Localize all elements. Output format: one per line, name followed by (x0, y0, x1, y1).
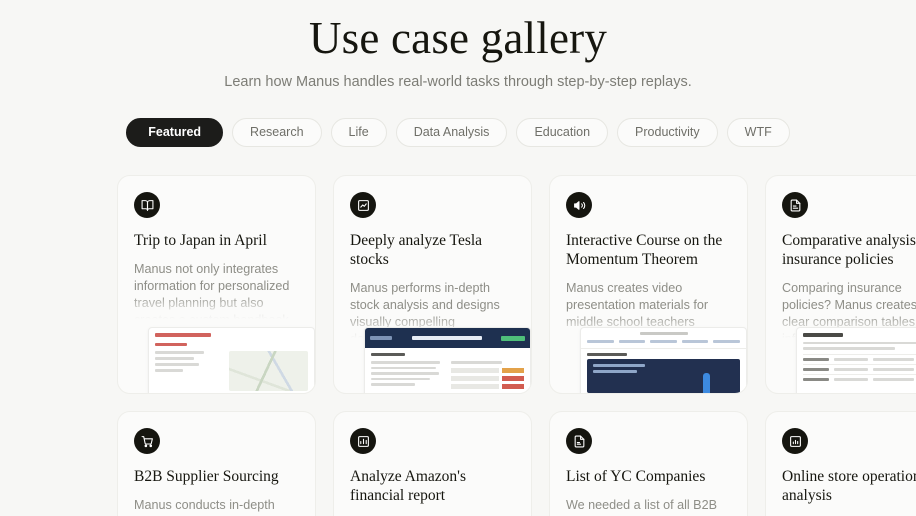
use-case-card[interactable]: Trip to Japan in April Manus not only in… (117, 175, 316, 394)
use-case-gallery-page: Use case gallery Learn how Manus handles… (0, 0, 916, 516)
card-preview-thumbnail (364, 327, 531, 393)
card-preview-thumbnail (580, 327, 747, 393)
filter-pill-wtf[interactable]: WTF (726, 118, 790, 147)
filter-pill-education[interactable]: Education (516, 118, 609, 147)
card-title: Trip to Japan in April (134, 232, 267, 249)
use-case-card[interactable]: Interactive Course on the Momentum Theor… (549, 175, 748, 394)
filter-pill-featured[interactable]: Featured (126, 118, 224, 147)
card-title: List of YC Companies (566, 468, 706, 485)
card-preview-thumbnail (796, 327, 916, 393)
card-preview-thumbnail (148, 327, 315, 393)
use-case-card[interactable]: Comparative analysis of insurance polici… (765, 175, 916, 394)
page-subtitle: Learn how Manus handles real-world tasks… (224, 74, 692, 90)
filter-pill-data-analysis[interactable]: Data Analysis (395, 118, 508, 147)
document-compare-icon (782, 192, 808, 218)
bar-chart-icon (782, 428, 808, 454)
shopping-cart-icon (134, 428, 160, 454)
card-title: B2B Supplier Sourcing (134, 468, 279, 485)
card-title: Online store operations analysis (782, 468, 916, 504)
open-book-icon (134, 192, 160, 218)
page-header: Use case gallery Learn how Manus handles… (0, 0, 916, 92)
use-case-card[interactable]: Online store operations analysis (765, 411, 916, 516)
filter-pill-life[interactable]: Life (330, 118, 387, 147)
page-title: Use case gallery (308, 13, 608, 63)
use-case-card[interactable]: Deeply analyze Tesla stocks Manus perfor… (333, 175, 532, 394)
card-description: We needed a list of all B2B (566, 498, 717, 512)
report-chart-icon (350, 428, 376, 454)
use-case-card[interactable]: Analyze Amazon's financial report (333, 411, 532, 516)
use-case-card-grid: Trip to Japan in April Manus not only in… (0, 175, 916, 516)
filter-pill-productivity[interactable]: Productivity (617, 118, 718, 147)
speaker-icon (566, 192, 592, 218)
stock-chart-icon (350, 192, 376, 218)
category-filter-bar: Featured Research Life Data Analysis Edu… (0, 118, 916, 147)
use-case-card[interactable]: B2B Supplier Sourcing Manus conducts in-… (117, 411, 316, 516)
card-title: Comparative analysis of insurance polici… (782, 232, 916, 268)
card-title: Interactive Course on the Momentum Theor… (566, 232, 723, 268)
use-case-card[interactable]: List of YC Companies We needed a list of… (549, 411, 748, 516)
card-title: Analyze Amazon's financial report (350, 468, 466, 504)
card-title: Deeply analyze Tesla stocks (350, 232, 483, 268)
card-description: Manus not only integrates information fo… (134, 262, 290, 319)
company-list-icon (566, 428, 592, 454)
filter-pill-research[interactable]: Research (232, 118, 322, 147)
card-description: Manus conducts in-depth (134, 498, 275, 512)
